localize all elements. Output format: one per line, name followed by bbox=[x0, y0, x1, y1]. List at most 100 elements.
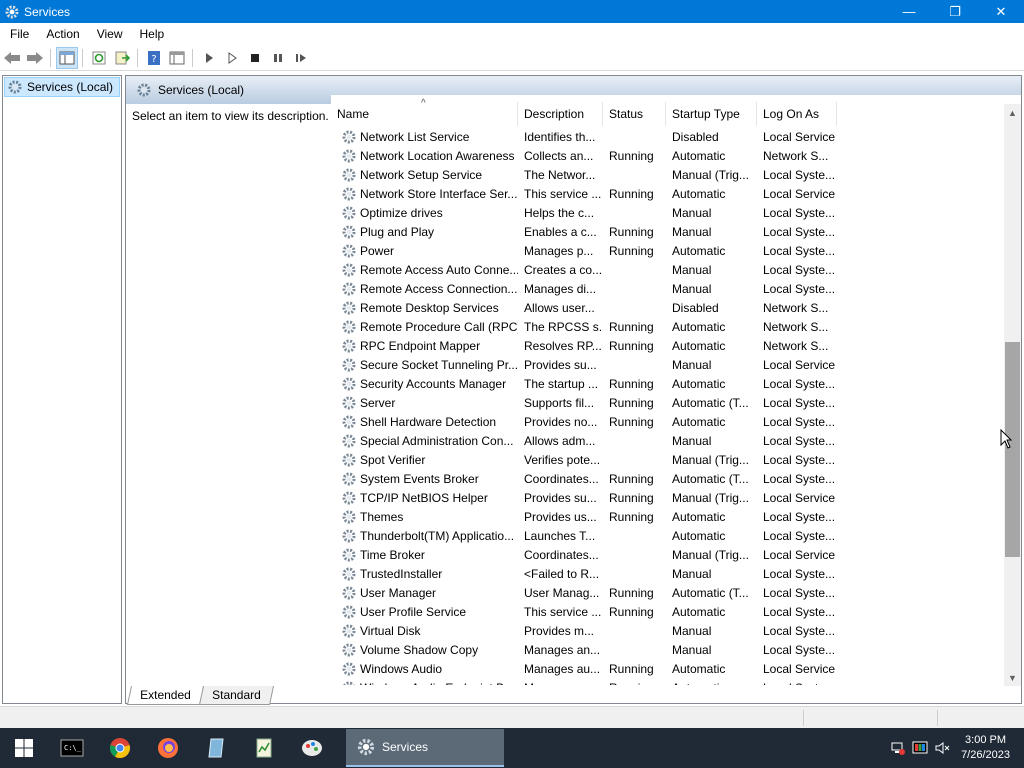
table-row[interactable]: Remote Procedure Call (RPC) The RPCSS s..… bbox=[331, 317, 1021, 336]
service-startup-type: Manual bbox=[672, 623, 712, 638]
show-hide-console-tree-button[interactable] bbox=[56, 46, 78, 69]
service-status: Running bbox=[609, 395, 654, 410]
service-name: RPC Endpoint Mapper bbox=[360, 338, 481, 353]
scrollbar-thumb[interactable] bbox=[1005, 342, 1020, 557]
table-row[interactable]: Secure Socket Tunneling Pr... Provides su… bbox=[331, 355, 1021, 374]
export-list-button[interactable] bbox=[111, 47, 133, 69]
table-row[interactable]: Virtual Disk Provides m... Manual Local Sys… bbox=[331, 621, 1021, 640]
taskbar-app-chart[interactable] bbox=[240, 728, 288, 768]
table-row[interactable]: TrustedInstaller <Failed to R... Manual Loc… bbox=[331, 564, 1021, 583]
table-row[interactable]: Thunderbolt(TM) Applicatio... Launches T.… bbox=[331, 526, 1021, 545]
help-button[interactable]: ? bbox=[143, 47, 165, 69]
back-arrow-icon bbox=[4, 51, 20, 64]
back-button[interactable] bbox=[1, 47, 23, 69]
table-row[interactable]: Power Manages p... Running Automatic Local S… bbox=[331, 241, 1021, 260]
table-row[interactable]: Remote Access Connection... Manages di...… bbox=[331, 279, 1021, 298]
table-row[interactable]: Remote Access Auto Conne... Creates a co.… bbox=[331, 260, 1021, 279]
table-row[interactable]: Network Setup Service The Networ... Manual… bbox=[331, 165, 1021, 184]
table-row[interactable]: User Manager User Manag... Running Automati… bbox=[331, 583, 1021, 602]
menu-help[interactable]: Help bbox=[130, 27, 172, 41]
table-row[interactable]: Shell Hardware Detection Provides no... Ru… bbox=[331, 412, 1021, 431]
service-name-cell: Shell Hardware Detection bbox=[331, 414, 518, 430]
services-gear-icon bbox=[5, 5, 19, 18]
column-header-startup-type[interactable]: Startup Type bbox=[666, 102, 757, 126]
tray-display[interactable] bbox=[909, 728, 931, 768]
scroll-down-arrow-icon[interactable]: ▼ bbox=[1004, 669, 1021, 686]
vertical-scrollbar[interactable]: ▲ ▼ bbox=[1004, 104, 1021, 686]
tray-network[interactable] bbox=[887, 728, 909, 768]
service-gear-icon bbox=[342, 301, 356, 314]
table-row[interactable]: Volume Shadow Copy Manages an... Manual Loc… bbox=[331, 640, 1021, 659]
service-startup-type: Automatic bbox=[672, 243, 726, 258]
minimize-button[interactable]: — bbox=[886, 0, 932, 23]
maximize-button[interactable]: ❐ bbox=[932, 0, 978, 23]
table-row[interactable]: Network Store Interface Ser... This servi… bbox=[331, 184, 1021, 203]
service-startup-type: Manual bbox=[672, 224, 712, 239]
restart-service-button[interactable] bbox=[290, 47, 312, 69]
table-row[interactable]: Server Supports fil... Running Automatic (T… bbox=[331, 393, 1021, 412]
taskbar-terminal[interactable]: C:\_ bbox=[48, 728, 96, 768]
table-row[interactable]: Network List Service Identifies th... Disa… bbox=[331, 127, 1021, 146]
service-name-cell: System Events Broker bbox=[331, 471, 518, 487]
taskbar-task-services[interactable]: Services bbox=[346, 729, 504, 767]
taskbar-app-blue[interactable] bbox=[192, 728, 240, 768]
service-startup-type: Automatic bbox=[672, 338, 726, 353]
refresh-button[interactable] bbox=[88, 47, 110, 69]
service-startup-type: Disabled bbox=[672, 129, 719, 144]
table-row[interactable]: Spot Verifier Verifies pote... Manual (Tri… bbox=[331, 450, 1021, 469]
forward-button[interactable] bbox=[24, 47, 46, 69]
service-startup-type: Automatic bbox=[672, 604, 726, 619]
service-name: Volume Shadow Copy bbox=[360, 642, 479, 657]
table-row[interactable]: User Profile Service This service ... Runn… bbox=[331, 602, 1021, 621]
service-log-on-as: Local Syste... bbox=[763, 205, 836, 220]
service-name-cell: Spot Verifier bbox=[331, 452, 518, 468]
service-name: Secure Socket Tunneling Pr... bbox=[360, 357, 518, 372]
table-row[interactable]: Remote Desktop Services Allows user... Dis… bbox=[331, 298, 1021, 317]
scroll-up-arrow-icon[interactable]: ▲ bbox=[1004, 104, 1021, 121]
menu-file[interactable]: File bbox=[0, 27, 36, 41]
table-row[interactable]: Themes Provides us... Running Automatic Loca… bbox=[331, 507, 1021, 526]
pause-service-button[interactable] bbox=[267, 47, 289, 69]
column-header-status[interactable]: Status bbox=[603, 102, 666, 126]
service-gear-icon bbox=[342, 434, 356, 447]
notepad-icon bbox=[208, 738, 224, 758]
stop-service-button[interactable] bbox=[244, 47, 266, 69]
services-pane: Services (Local) Select an item to view … bbox=[125, 75, 1022, 704]
start-service-button[interactable] bbox=[198, 47, 220, 69]
table-row[interactable]: Network Location Awareness Collects an...… bbox=[331, 146, 1021, 165]
table-row[interactable]: Security Accounts Manager The startup ...… bbox=[331, 374, 1021, 393]
table-row[interactable]: Windows Audio Manages au... Running Automat… bbox=[331, 659, 1021, 678]
menu-view[interactable]: View bbox=[87, 27, 130, 41]
close-button[interactable]: ✕ bbox=[978, 0, 1024, 23]
table-row[interactable]: RPC Endpoint Mapper Resolves RP... Running… bbox=[331, 336, 1021, 355]
table-row[interactable]: Optimize drives Helps the c... Manual Local… bbox=[331, 203, 1021, 222]
service-log-on-as: Local Syste... bbox=[763, 376, 836, 391]
column-header-log-on-as[interactable]: Log On As bbox=[757, 102, 837, 126]
tree-node-services-local[interactable]: Services (Local) bbox=[4, 77, 120, 97]
status-divider bbox=[937, 710, 938, 726]
restart-icon bbox=[296, 53, 306, 62]
properties-button[interactable] bbox=[166, 47, 188, 69]
taskbar-firefox[interactable] bbox=[144, 728, 192, 768]
tray-volume[interactable] bbox=[931, 728, 953, 768]
table-row[interactable]: TCP/IP NetBIOS Helper Provides su... Runni… bbox=[331, 488, 1021, 507]
service-description: User Manag... bbox=[524, 585, 600, 600]
tab-extended[interactable]: Extended bbox=[126, 686, 204, 705]
table-row[interactable]: Windows Audio Endpoint B... Manages au...… bbox=[331, 678, 1021, 685]
taskbar-chrome[interactable] bbox=[96, 728, 144, 768]
start-service-alt-button[interactable] bbox=[221, 47, 243, 69]
help-icon: ? bbox=[148, 50, 160, 65]
table-row[interactable]: Time Broker Coordinates... Manual (Trig...… bbox=[331, 545, 1021, 564]
tab-standard[interactable]: Standard bbox=[198, 686, 274, 705]
volume-muted-icon bbox=[935, 742, 950, 754]
table-row[interactable]: System Events Broker Coordinates... Runnin… bbox=[331, 469, 1021, 488]
column-header-name[interactable]: ^ Name bbox=[331, 98, 518, 126]
taskbar-clock[interactable]: 3:00 PM 7/26/2023 bbox=[961, 733, 1010, 763]
table-row[interactable]: Special Administration Con... Allows adm.… bbox=[331, 431, 1021, 450]
menu-action[interactable]: Action bbox=[36, 27, 86, 41]
table-row[interactable]: Plug and Play Enables a c... Running Manual… bbox=[331, 222, 1021, 241]
start-button[interactable] bbox=[0, 728, 48, 768]
taskbar-app-paint[interactable] bbox=[288, 728, 336, 768]
service-log-on-as: Local Syste... bbox=[763, 281, 836, 296]
column-header-description[interactable]: Description bbox=[518, 102, 603, 126]
